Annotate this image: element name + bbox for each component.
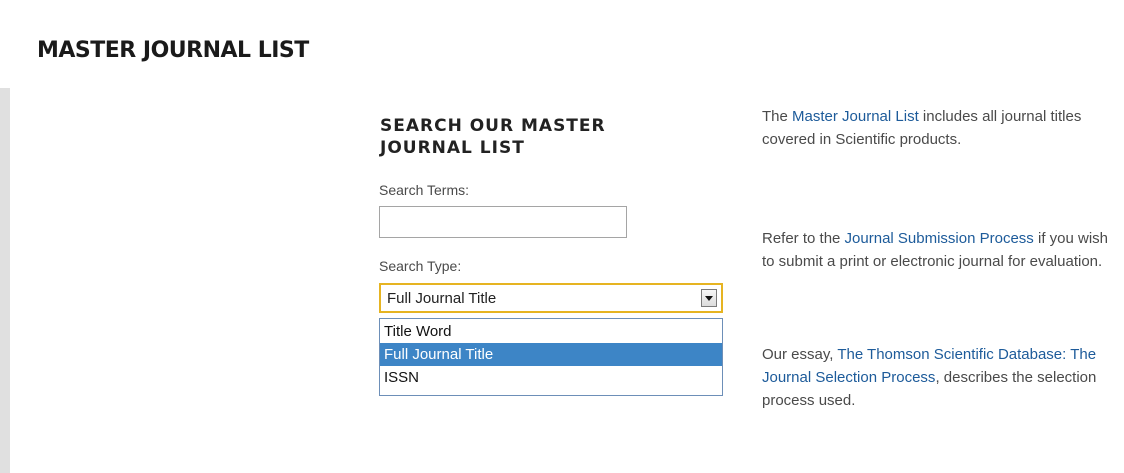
option-full-journal-title[interactable]: Full Journal Title: [380, 343, 722, 366]
info-paragraph-essay: Our essay, The Thomson Scientific Databa…: [762, 343, 1122, 412]
search-type-options-list: Title Word Full Journal Title ISSN: [379, 318, 723, 396]
search-terms-input[interactable]: [379, 206, 627, 238]
option-issn[interactable]: ISSN: [380, 366, 722, 389]
option-title-word[interactable]: Title Word: [380, 320, 722, 343]
info-paragraph-submission: Refer to the Journal Submission Process …: [762, 227, 1122, 273]
search-terms-label: Search Terms:: [379, 182, 469, 198]
page-title: MASTER JOURNAL LIST: [37, 38, 309, 63]
info-text: Refer to the: [762, 230, 845, 247]
master-journal-list-link[interactable]: Master Journal List: [792, 108, 919, 125]
journal-submission-process-link[interactable]: Journal Submission Process: [845, 230, 1034, 247]
search-type-select[interactable]: Full Journal Title: [379, 283, 723, 313]
search-type-label: Search Type:: [379, 258, 462, 274]
info-text: Our essay,: [762, 346, 838, 363]
dropdown-arrow-icon[interactable]: [701, 289, 717, 307]
search-type-selected-value: Full Journal Title: [387, 290, 497, 307]
left-border-bar: [0, 88, 10, 473]
info-paragraph-coverage: The Master Journal List includes all jou…: [762, 105, 1122, 151]
search-heading: SEARCH OUR MASTER JOURNAL LIST: [380, 116, 606, 158]
info-text: The: [762, 108, 793, 125]
